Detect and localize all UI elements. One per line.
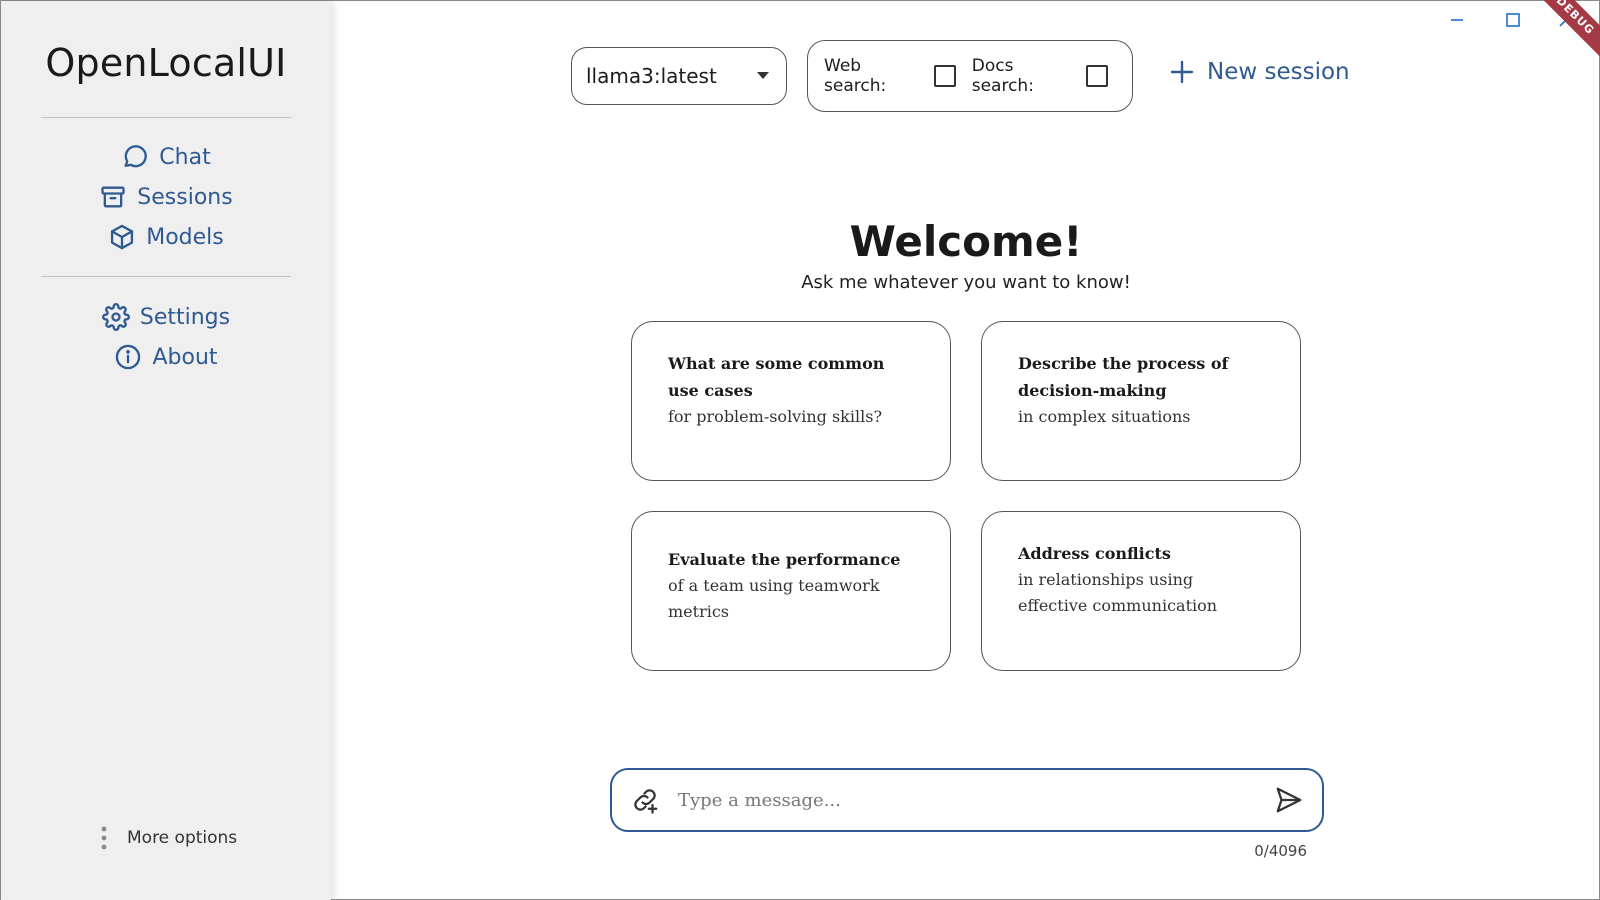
- sidebar-item-label: Settings: [139, 304, 231, 330]
- sidebar-divider: [41, 117, 291, 118]
- sidebar-item-label: Models: [146, 224, 224, 250]
- send-icon[interactable]: [1274, 785, 1304, 815]
- gear-icon: [101, 303, 130, 331]
- sidebar-item-settings[interactable]: Settings: [1, 299, 331, 335]
- suggestion-card[interactable]: Describe the process of decision-making …: [981, 321, 1301, 481]
- vertical-dots-icon: [101, 826, 107, 850]
- suggestion-subtitle: for problem-solving skills?: [668, 407, 883, 426]
- docs-search-checkbox[interactable]: [1086, 65, 1108, 87]
- sidebar-divider: [41, 276, 291, 277]
- suggestion-subtitle: in relationships using effective communi…: [1018, 570, 1218, 615]
- cube-icon: [111, 224, 134, 250]
- maximize-button[interactable]: [1500, 7, 1526, 33]
- suggestion-card[interactable]: Evaluate the performance of a team using…: [631, 511, 951, 671]
- message-composer: [610, 768, 1324, 832]
- model-select-value: llama3:latest: [586, 64, 717, 88]
- sidebar-item-label: Chat: [159, 144, 211, 170]
- web-search-checkbox[interactable]: [934, 65, 956, 87]
- minimize-icon: [1451, 19, 1463, 21]
- suggestion-title: Describe the process of decision-making: [1018, 354, 1229, 400]
- plus-icon: [1170, 60, 1194, 84]
- new-session-button[interactable]: New session: [1169, 59, 1350, 85]
- suggestion-card[interactable]: What are some common use cases for probl…: [631, 321, 951, 481]
- sidebar: OpenLocalUI Chat Sessions Models Setting…: [1, 1, 331, 900]
- new-session-label: New session: [1207, 59, 1350, 85]
- suggestion-card[interactable]: Address conflicts in relationships using…: [981, 511, 1301, 671]
- character-counter: 0/4096: [1254, 842, 1307, 860]
- welcome-subtitle: Ask me whatever you want to know!: [801, 272, 1131, 293]
- message-input[interactable]: [678, 789, 1262, 811]
- docs-search-label: Docs search:: [971, 56, 1034, 96]
- app-title: OpenLocalUI: [45, 41, 287, 85]
- attach-link-icon[interactable]: [630, 785, 660, 815]
- suggestion-title: What are some common use cases: [668, 354, 885, 400]
- suggestion-title: Address conflicts: [1018, 544, 1171, 563]
- app-window: OpenLocalUI Chat Sessions Models Setting…: [0, 0, 1600, 900]
- more-options-label: More options: [127, 828, 238, 848]
- archive-box-icon: [101, 186, 125, 208]
- sidebar-item-label: Sessions: [137, 184, 233, 210]
- web-search-label: Web search:: [824, 56, 887, 96]
- sidebar-item-about[interactable]: About: [1, 339, 331, 375]
- sidebar-item-sessions[interactable]: Sessions: [1, 179, 331, 215]
- suggestion-subtitle: in complex situations: [1018, 407, 1191, 426]
- welcome-title: Welcome!: [849, 217, 1083, 266]
- minimize-button[interactable]: [1444, 7, 1470, 33]
- suggestion-subtitle: of a team using teamwork metrics: [668, 576, 880, 621]
- model-select-dropdown[interactable]: llama3:latest: [571, 47, 787, 105]
- info-circle-icon: [116, 344, 141, 370]
- chat-bubble-icon: [124, 145, 148, 168]
- sidebar-item-chat[interactable]: Chat: [1, 139, 331, 175]
- dropdown-arrow-icon: [757, 72, 769, 79]
- debug-banner: DEBUG: [1524, 0, 1600, 67]
- search-options-group: Web search: Docs search:: [807, 40, 1133, 112]
- sidebar-item-label: About: [152, 344, 218, 370]
- more-options-button[interactable]: More options: [97, 825, 237, 851]
- suggestion-title: Evaluate the performance: [668, 550, 901, 569]
- maximize-icon: [1506, 13, 1520, 27]
- sidebar-item-models[interactable]: Models: [1, 219, 331, 255]
